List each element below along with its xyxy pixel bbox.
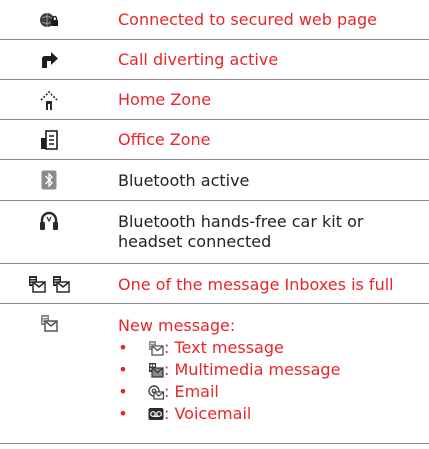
table-row: Bluetooth active [0,160,429,201]
row-label-line1: Bluetooth hands-free car kit or [118,212,364,231]
row-label: New message: [118,316,236,335]
row-label-line2: headset connected [118,232,272,251]
row-label: Call diverting active [118,50,279,69]
list-item: • : Text message [118,338,418,358]
list-item: • : Voicemail [118,404,418,424]
bullet: • [118,360,128,379]
inbox-full-icon-1 [29,276,46,293]
text-message-icon [149,341,164,356]
bullet: • [118,382,128,401]
bullet: • [118,404,128,423]
table-row: New message: • : Text message •: Multim… [0,304,429,444]
row-divider [0,443,429,444]
table-row: Connected to secured web page [0,0,429,40]
bullet: • [118,338,128,357]
email-icon [148,385,164,400]
list-item-label: : Multimedia message [164,360,341,379]
secure-web-globe-icon [0,10,98,30]
list-item: • : Multimedia message [118,360,418,380]
table-row: Bluetooth hands-free car kit or headset … [0,201,429,264]
table-row: One of the message Inboxes is full [0,264,429,304]
home-zone-icon [0,89,98,111]
list-item-label: : Voicemail [164,404,252,423]
call-divert-arrow-icon [0,50,98,70]
row-label: Bluetooth active [118,171,250,190]
bluetooth-icon [0,170,98,190]
multimedia-message-icon [149,363,164,378]
new-message-icon [0,314,98,332]
office-zone-icon [0,130,98,150]
table-row: Call diverting active [0,40,429,80]
voicemail-icon [148,408,164,420]
row-label: One of the message Inboxes is full [118,275,394,294]
table-row: Home Zone [0,80,429,120]
row-label: Home Zone [118,90,212,109]
inbox-full-icon-2 [53,276,70,293]
headset-icon [0,211,98,231]
row-label: Office Zone [118,130,211,149]
list-item: • : Email [118,382,418,402]
inbox-full-icon [0,275,98,293]
list-item-label: : Email [164,382,219,401]
row-label: Connected to secured web page [118,10,377,29]
list-item-label: : Text message [164,338,284,357]
table-row: Office Zone [0,120,429,160]
